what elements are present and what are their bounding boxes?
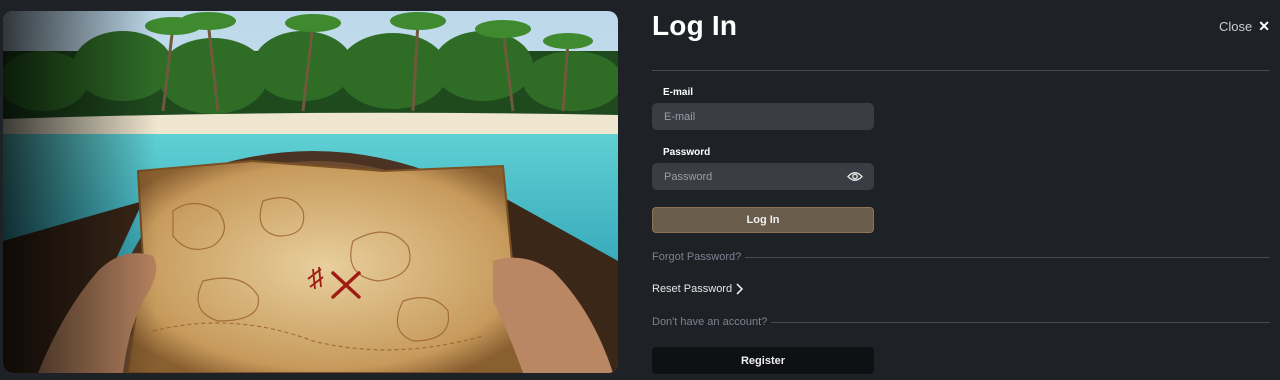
reset-password-link[interactable]: Reset Password — [652, 283, 744, 295]
close-icon: ✕ — [1258, 18, 1270, 34]
forgot-password-row: Forgot Password? — [652, 251, 1270, 263]
hero-image — [3, 11, 618, 373]
login-button[interactable]: Log In — [652, 207, 874, 233]
password-label: Password — [663, 147, 711, 158]
password-field[interactable] — [652, 163, 874, 190]
page-title: Log In — [652, 10, 738, 41]
register-button[interactable]: Register — [652, 347, 874, 374]
email-label: E-mail — [663, 87, 694, 98]
close-button[interactable]: Close ✕ — [1219, 18, 1270, 35]
reset-password-label: Reset Password — [652, 283, 733, 295]
eye-icon[interactable] — [847, 171, 863, 182]
header-divider — [652, 70, 1270, 71]
treasure-map-illustration — [3, 11, 618, 373]
email-field[interactable] — [652, 103, 874, 130]
chevron-right-icon — [736, 283, 744, 295]
no-account-row: Don't have an account? — [652, 316, 1270, 328]
divider — [745, 256, 1270, 258]
login-panel: Log In Close ✕ E-mail Password Log In Fo… — [652, 0, 1270, 380]
no-account-text: Don't have an account? — [652, 316, 768, 328]
divider — [771, 321, 1270, 323]
forgot-password-link[interactable]: Forgot Password? — [652, 251, 741, 263]
close-label: Close — [1219, 19, 1253, 34]
